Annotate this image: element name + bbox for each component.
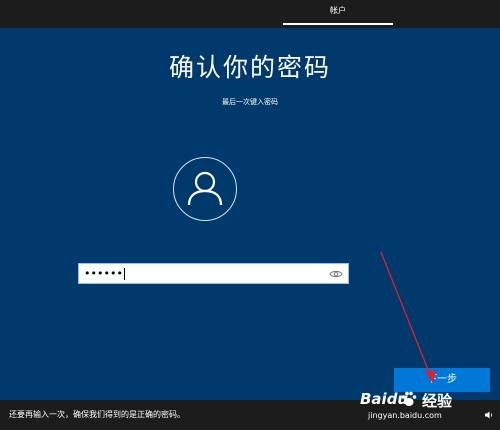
tab-underline xyxy=(283,23,393,25)
password-value: •••••• xyxy=(84,267,125,280)
next-button[interactable]: 下一步 xyxy=(394,368,490,392)
bottom-bar: 还要再输入一次，确保我们得到的是正确的密码。 xyxy=(0,400,500,430)
avatar xyxy=(173,157,237,221)
top-bar: 帐户 xyxy=(0,0,500,28)
page-title: 确认你的密码 xyxy=(168,53,331,82)
text-caret xyxy=(123,268,125,280)
eye-icon[interactable] xyxy=(329,268,343,280)
password-field[interactable]: •••••• xyxy=(78,263,349,284)
page-subtitle: 最后一次键入密码 xyxy=(222,98,278,106)
user-icon xyxy=(187,171,223,206)
speaker-icon[interactable] xyxy=(484,410,494,420)
status-text: 还要再输入一次，确保我们得到的是正确的密码。 xyxy=(9,410,185,419)
